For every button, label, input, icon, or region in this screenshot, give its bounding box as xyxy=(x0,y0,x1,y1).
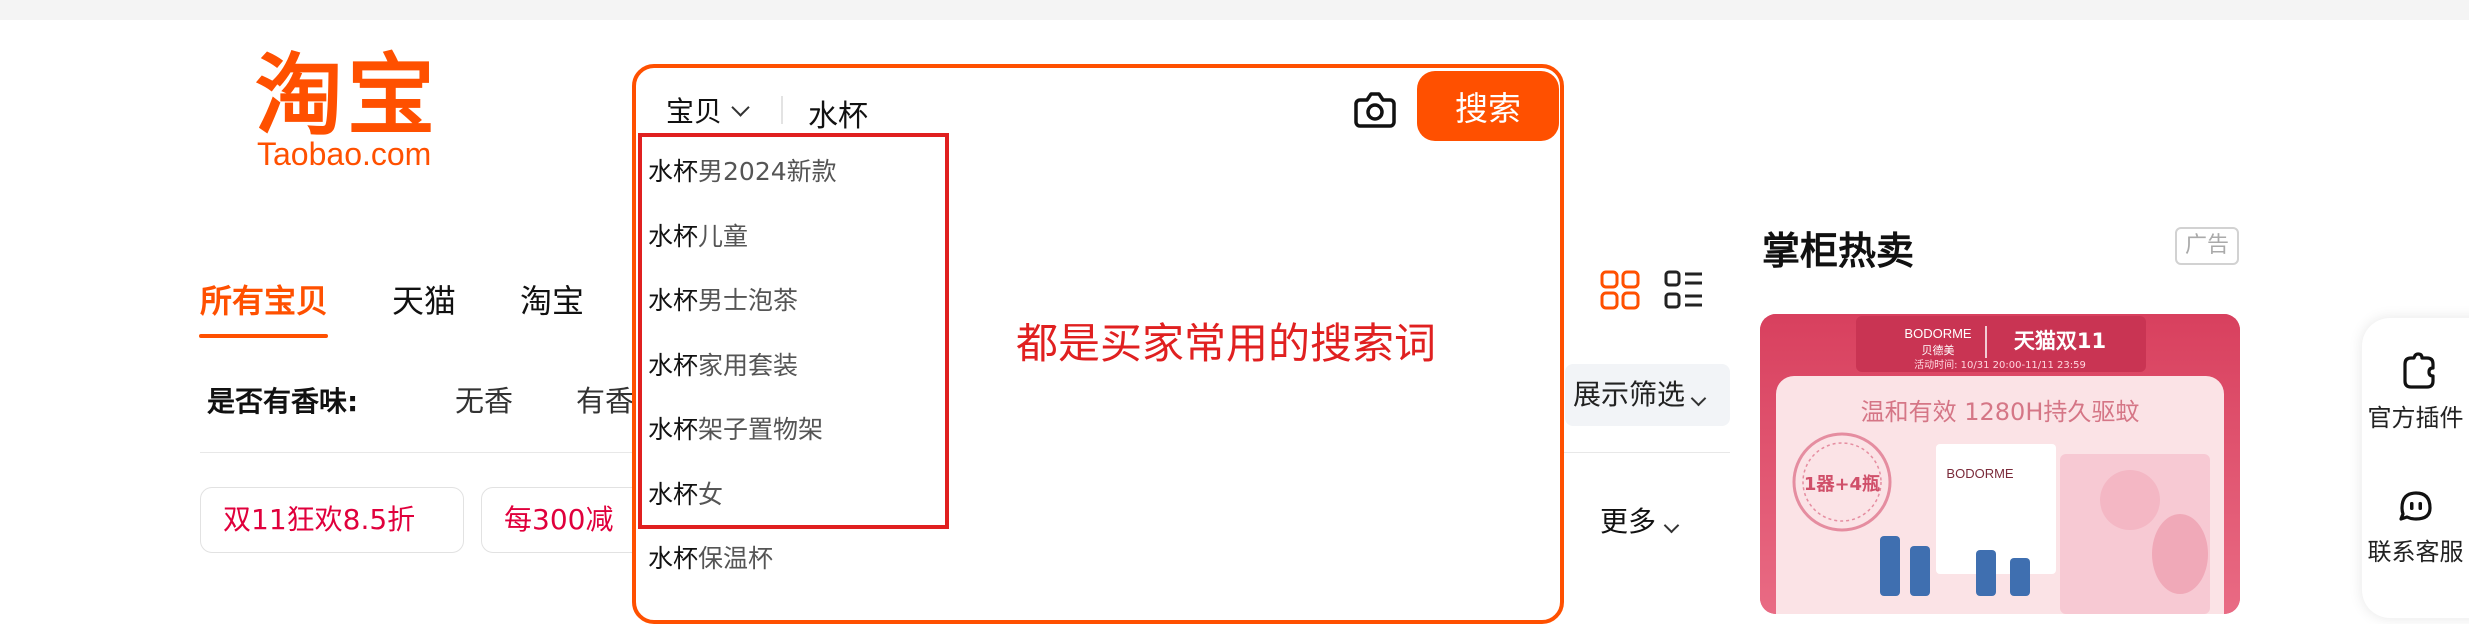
suggestion-text: 保温杯 xyxy=(698,544,774,573)
annotation-highlight-box xyxy=(638,133,949,529)
official-plugin-button[interactable]: 官方插件 xyxy=(2362,352,2469,433)
filter-option-unscented[interactable]: 无香 xyxy=(455,378,513,420)
show-filter-button[interactable]: 展示筛选 xyxy=(1565,364,1730,426)
ad-box-brand: BODORME xyxy=(1946,466,2014,481)
camera-icon[interactable] xyxy=(1352,86,1398,132)
grid-view-icon[interactable] xyxy=(1600,270,1640,310)
plugin-icon xyxy=(2402,352,2435,389)
promo-chip-double11[interactable]: 双11狂欢8.5折起 xyxy=(200,487,464,553)
ad-seal: 1器+4瓶 xyxy=(1804,474,1880,495)
more-button[interactable]: 更多 xyxy=(1600,500,1680,540)
search-input[interactable] xyxy=(808,88,1308,138)
list-view-icon[interactable] xyxy=(1664,270,1704,310)
ad-banner[interactable]: BODORME 贝德美 天猫双11 活动时间: 10/31 20:00-11/1… xyxy=(1760,314,2240,614)
more-label: 更多 xyxy=(1600,505,1657,538)
search-divider xyxy=(781,96,783,124)
search-type-select[interactable]: 宝贝 xyxy=(666,90,750,130)
side-float-panel: 官方插件 联系客服 xyxy=(2362,318,2469,618)
search-button[interactable]: 搜索 xyxy=(1417,71,1559,141)
tab-taobao[interactable]: 淘宝 xyxy=(520,276,584,322)
top-strip xyxy=(0,0,2469,20)
official-plugin-label: 官方插件 xyxy=(2367,404,2464,432)
ad-brand: BODORME xyxy=(1904,326,1972,341)
filter-option-scented[interactable]: 有香 xyxy=(576,378,634,420)
ad-campaign: 天猫双11 xyxy=(2014,329,2106,353)
suggestion-item[interactable]: 水杯保温杯 xyxy=(648,527,948,592)
logo-chinese: 淘宝 xyxy=(255,44,440,147)
ad-brand-cn: 贝德美 xyxy=(1922,343,1955,357)
tab-all-items[interactable]: 所有宝贝 xyxy=(200,276,328,322)
filter-label-scent: 是否有香味: xyxy=(207,385,359,418)
chevron-down-icon xyxy=(731,97,750,117)
tab-tmall[interactable]: 天猫 xyxy=(392,276,456,322)
ad-badge: 广告 xyxy=(2175,227,2239,265)
ad-headline: 温和有效 1280H持久驱蚊 xyxy=(1861,398,2140,426)
show-filter-label: 展示筛选 xyxy=(1573,378,1686,411)
search-type-label: 宝贝 xyxy=(666,95,723,128)
promo-chip-discount[interactable]: 每300减5 xyxy=(481,487,651,553)
tab-active-underline xyxy=(199,334,328,338)
logo-english: Taobao.com xyxy=(257,136,432,172)
hot-sale-title: 掌柜热卖 xyxy=(1762,229,1915,273)
chat-bot-icon xyxy=(2398,491,2432,521)
customer-service-label: 联系客服 xyxy=(2367,538,2464,566)
customer-service-button[interactable]: 联系客服 xyxy=(2362,486,2469,567)
ad-banner-art: BODORME 贝德美 天猫双11 活动时间: 10/31 20:00-11/1… xyxy=(1760,314,2240,614)
ad-time: 活动时间: 10/31 20:00-11/11 23:59 xyxy=(1914,358,2086,371)
chevron-down-icon xyxy=(1690,390,1707,407)
suggestion-keyword: 水杯 xyxy=(648,544,699,573)
annotation-text: 都是买家常用的搜索词 xyxy=(1016,319,1437,368)
chevron-down-icon xyxy=(1663,517,1680,534)
taobao-logo[interactable]: 淘宝 Taobao.com xyxy=(255,48,475,173)
